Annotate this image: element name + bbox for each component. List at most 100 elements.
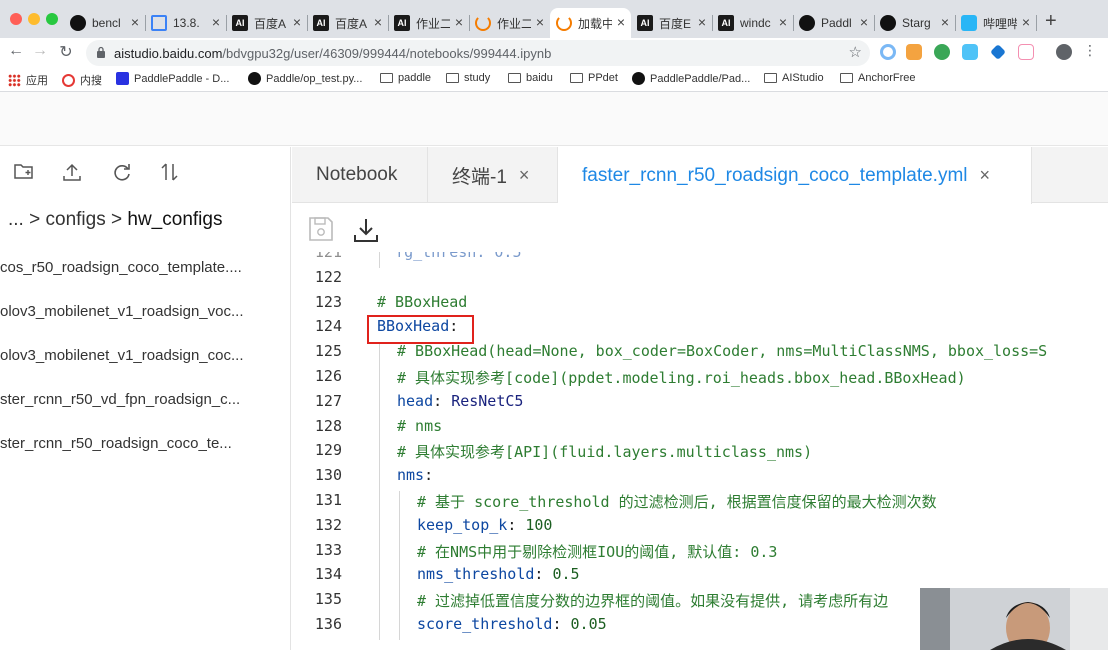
breadcrumb-configs[interactable]: configs xyxy=(46,209,106,230)
code-token: keep_top_k xyxy=(417,515,508,534)
bookmark-item[interactable]: 内搜 xyxy=(62,72,102,88)
close-tab-icon[interactable]: × xyxy=(980,165,991,186)
file-list-item[interactable]: ster_rcnn_r50_roadsign_coco_te... xyxy=(0,435,291,452)
extension-edit-icon[interactable] xyxy=(962,44,978,60)
close-tab-icon[interactable]: × xyxy=(779,14,787,30)
close-tab-icon[interactable]: × xyxy=(536,14,544,30)
new-folder-icon[interactable] xyxy=(12,161,36,185)
url-text: aistudio.baidu.com/bdvgpu32g/user/46309/… xyxy=(114,46,551,61)
bookmark-item[interactable]: study xyxy=(446,72,490,84)
browser-tab[interactable]: 作业二 × xyxy=(469,8,550,38)
browser-tab[interactable]: bencl × xyxy=(64,8,146,38)
bookmark-star-icon[interactable]: ☆ xyxy=(849,43,862,61)
line-number: 134 xyxy=(314,565,342,584)
browser-tab[interactable]: AI 百度E × xyxy=(631,8,713,38)
refresh-icon[interactable] xyxy=(110,161,134,185)
code-line: 131 # 基于 score_threshold 的过滤检测后, 根据置信度保留的… xyxy=(292,491,1108,516)
close-tab-icon[interactable]: × xyxy=(455,14,463,30)
presenter-video-icon xyxy=(920,588,1108,650)
extension-shield-icon[interactable] xyxy=(906,44,922,60)
folder-icon xyxy=(764,73,777,83)
file-list-item[interactable]: olov3_mobilenet_v1_roadsign_voc... xyxy=(0,303,291,320)
upload-icon[interactable] xyxy=(60,161,84,185)
forward-arrow-icon[interactable]: → xyxy=(30,42,50,60)
save-icon[interactable] xyxy=(308,216,334,242)
code-token: : xyxy=(424,466,434,485)
browser-tab[interactable]: 哔哩哔 × xyxy=(955,8,1037,38)
file-list-item[interactable]: olov3_mobilenet_v1_roadsign_coc... xyxy=(0,347,291,364)
bookmark-item[interactable]: Paddle/op_test.py... xyxy=(248,72,362,85)
maximize-window-button[interactable] xyxy=(46,13,58,25)
sort-icon[interactable] xyxy=(158,161,182,185)
address-bar[interactable]: aistudio.baidu.com/bdvgpu32g/user/46309/… xyxy=(86,40,870,66)
extension-gift-icon[interactable] xyxy=(1018,44,1034,60)
close-tab-icon[interactable]: × xyxy=(1022,14,1030,30)
code-text: nms_threshold: 0.5 xyxy=(417,565,580,583)
code-line: 122 xyxy=(292,268,1108,293)
close-tab-icon[interactable]: × xyxy=(131,14,139,30)
close-tab-icon[interactable]: × xyxy=(617,14,625,30)
code-line: 121 fg_thresh: 0.5 xyxy=(292,252,1108,268)
editor-tab[interactable]: faster_rcnn_r50_roadsign_coco_template.y… xyxy=(558,147,1032,204)
github-icon xyxy=(632,72,645,85)
github-icon xyxy=(799,15,815,31)
bookmark-item[interactable]: baidu xyxy=(508,72,553,84)
close-tab-icon[interactable]: × xyxy=(941,14,949,30)
browser-tab-title: bencl xyxy=(92,16,121,30)
browser-tab[interactable]: Paddl × xyxy=(793,8,875,38)
close-tab-icon[interactable]: × xyxy=(374,14,382,30)
browser-tab[interactable]: AI 百度A × xyxy=(226,8,308,38)
close-tab-icon[interactable]: × xyxy=(212,14,220,30)
download-icon[interactable] xyxy=(352,216,380,244)
browser-tab[interactable]: 13.8. × xyxy=(145,8,227,38)
bookmark-item[interactable]: PaddlePaddle - D... xyxy=(116,72,229,85)
browser-tab-title: 作业二 xyxy=(497,16,531,31)
minimize-window-button[interactable] xyxy=(28,13,40,25)
code-text: # nms xyxy=(397,417,442,435)
ai-icon: AI xyxy=(232,15,248,31)
browser-menu-icon[interactable]: ⋮ xyxy=(1080,42,1100,59)
close-tab-icon[interactable]: × xyxy=(860,14,868,30)
bookmark-label: 应用 xyxy=(26,75,48,87)
code-text: # 在NMS中用于剔除检测框IOU的阈值, 默认值: 0.3 xyxy=(417,541,777,562)
editor-tab[interactable]: 终端-1 × xyxy=(428,147,558,203)
github-icon xyxy=(70,15,86,31)
browser-tab[interactable]: 加载中 × xyxy=(550,8,631,38)
close-tab-icon[interactable]: × xyxy=(519,165,530,186)
file-list-item[interactable]: cos_r50_roadsign_coco_template.... xyxy=(0,259,291,276)
browser-tab-title: windc xyxy=(740,16,771,30)
bookmark-item[interactable]: 应用 xyxy=(8,72,48,88)
bookmark-item[interactable]: AnchorFree xyxy=(840,72,915,84)
code-token: score_threshold xyxy=(417,615,553,633)
browser-tab[interactable]: Starg × xyxy=(874,8,956,38)
editor-tab[interactable]: Notebook xyxy=(292,147,428,203)
browser-tab[interactable]: AI 作业二 × xyxy=(388,8,470,38)
back-arrow-icon[interactable]: ← xyxy=(6,42,26,60)
file-browser-panel: ... > configs > hw_configs cos_r50_roads… xyxy=(0,147,291,650)
bookmark-item[interactable]: paddle xyxy=(380,72,431,84)
line-number: 127 xyxy=(314,391,342,410)
bookmark-item[interactable]: PaddlePaddle/Pad... xyxy=(632,72,750,85)
close-tab-icon[interactable]: × xyxy=(698,14,706,30)
code-token: nms xyxy=(397,466,425,485)
browser-tab[interactable]: AI windc × xyxy=(712,8,794,38)
breadcrumb-ellipsis[interactable]: ... xyxy=(8,209,24,230)
code-line: 128 # nms xyxy=(292,417,1108,442)
browser-tab[interactable]: AI 百度A × xyxy=(307,8,389,38)
code-text: # 具体实现参考[API](fluid.layers.multiclass_nm… xyxy=(397,441,812,462)
close-window-button[interactable] xyxy=(10,13,22,25)
evernote-icon[interactable] xyxy=(934,44,950,60)
line-number: 126 xyxy=(314,367,342,385)
file-list-item[interactable]: ster_rcnn_r50_vd_fpn_roadsign_c... xyxy=(0,391,291,408)
extension-diamond-icon[interactable] xyxy=(990,44,1006,60)
reload-icon[interactable]: ↻ xyxy=(56,42,76,62)
new-tab-button[interactable]: + xyxy=(1045,10,1057,33)
extension-circle-icon[interactable] xyxy=(880,44,896,60)
bookmark-label: PaddlePaddle - D... xyxy=(134,72,230,85)
profile-avatar-icon[interactable] xyxy=(1056,44,1072,60)
apps-icon xyxy=(8,73,21,87)
code-token: : xyxy=(507,515,526,534)
bookmark-item[interactable]: PPdet xyxy=(570,72,618,84)
bookmark-item[interactable]: AIStudio xyxy=(764,72,824,84)
close-tab-icon[interactable]: × xyxy=(293,14,301,30)
